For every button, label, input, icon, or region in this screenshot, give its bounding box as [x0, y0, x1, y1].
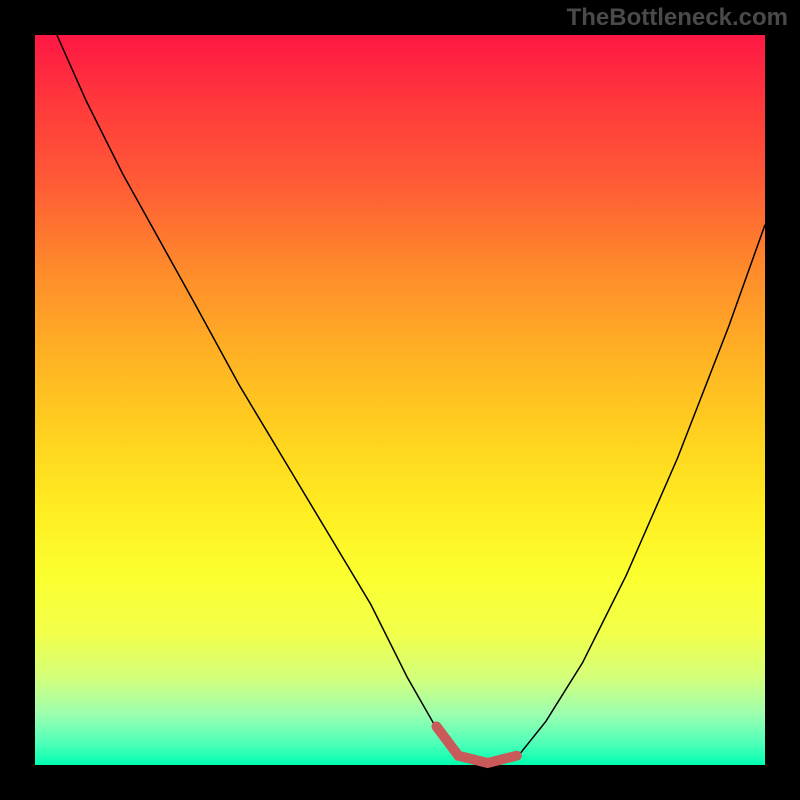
bottleneck-chart: [35, 35, 765, 765]
min-bottleneck-highlight: [437, 727, 517, 764]
watermark-text: TheBottleneck.com: [567, 4, 788, 32]
bottleneck-curve: [57, 35, 765, 765]
